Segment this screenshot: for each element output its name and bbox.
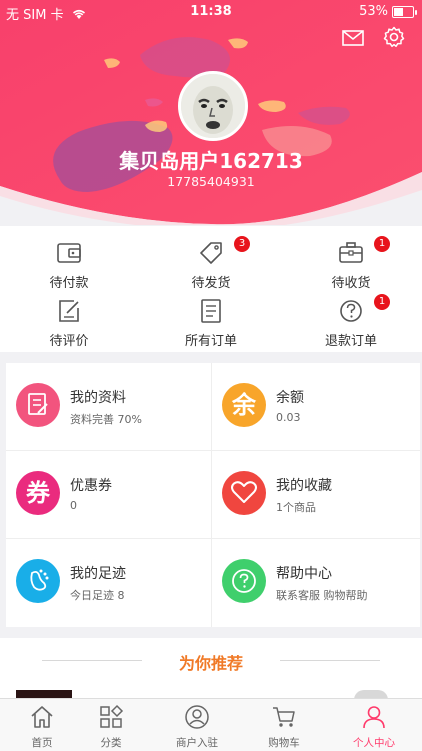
grid-item-subtitle: 0 — [70, 499, 77, 512]
order-label: 待发货 — [191, 276, 231, 291]
coupon-icon: 券 — [16, 471, 60, 515]
battery-icon — [392, 6, 417, 18]
category-icon — [100, 704, 124, 728]
order-label: 退款订单 — [324, 334, 377, 349]
tab-label: 分类 — [100, 737, 122, 749]
wallet-icon — [57, 243, 81, 263]
grid-item-footprint[interactable]: 我的足迹 今日足迹 8 — [6, 539, 212, 626]
grid-item-subtitle: 0.03 — [276, 411, 301, 424]
grid-item-title: 我的资料 — [70, 390, 126, 406]
avatar-face — [181, 74, 245, 138]
badge: 3 — [234, 236, 250, 252]
feature-grid: 我的资料 资料完善 70% 余 余额 0.03 券 优惠券 0 我的收藏 1个商… — [6, 363, 420, 627]
balance-icon: 余 — [222, 383, 266, 427]
grid-item-subtitle: 1个商品 — [276, 501, 316, 514]
order-label: 待收货 — [331, 276, 371, 291]
avatar[interactable] — [178, 71, 248, 141]
order-pending-receipt[interactable]: 1 待收货 — [296, 236, 406, 291]
grid-item-balance[interactable]: 余 余额 0.03 — [212, 363, 418, 450]
badge: 1 — [374, 236, 390, 252]
phone-number: 17785404931 — [167, 174, 255, 189]
tab-profile[interactable]: 个人中心 — [332, 699, 416, 751]
tab-merchant[interactable]: 商户入驻 — [155, 699, 239, 751]
tab-label: 购物车 — [268, 737, 300, 749]
grid-item-help[interactable]: 帮助中心 联系客服 购物帮助 — [212, 539, 418, 626]
order-refund[interactable]: 1 退款订单 — [296, 294, 406, 349]
edit-icon — [59, 300, 79, 322]
order-label: 所有订单 — [184, 334, 237, 349]
status-bar: 无 SIM 卡 11:38 53% — [0, 0, 422, 24]
settings-icon[interactable] — [383, 26, 405, 48]
order-pending-shipment[interactable]: 3 待发货 — [156, 236, 266, 291]
grid-item-title: 我的收藏 — [276, 478, 332, 494]
briefcase-icon — [339, 242, 363, 263]
home-icon — [31, 706, 53, 728]
grid-item-title: 余额 — [276, 390, 304, 406]
order-all[interactable]: 所有订单 — [156, 296, 266, 349]
grid-item-title: 帮助中心 — [276, 566, 332, 582]
cart-icon — [273, 707, 295, 727]
tag-icon — [200, 242, 222, 264]
user-icon — [363, 706, 385, 729]
grid-item-profile[interactable]: 我的资料 资料完善 70% — [6, 363, 212, 450]
question-icon — [340, 300, 362, 322]
recommend-title: 为你推荐 — [178, 654, 243, 673]
merchant-icon — [185, 705, 209, 729]
order-pending-payment[interactable]: 待付款 — [14, 238, 124, 291]
username: 集贝岛用户162713 — [119, 149, 303, 173]
order-label: 待评价 — [49, 334, 89, 349]
grid-item-subtitle: 联系客服 购物帮助 — [276, 589, 368, 602]
tab-bar: 首页 分类 商户入驻 购物车 个人中心 — [0, 698, 422, 751]
grid-item-subtitle: 今日足迹 8 — [70, 589, 125, 602]
tab-label: 个人中心 — [353, 737, 395, 749]
battery-percent: 53% — [359, 4, 388, 19]
grid-item-coupon[interactable]: 券 优惠券 0 — [6, 451, 212, 538]
order-pending-review[interactable]: 待评价 — [14, 296, 124, 349]
grid-item-title: 优惠券 — [70, 478, 112, 494]
order-section: 待付款 3 待发货 1 待收货 待评价 所有订单 1 退款订单 — [0, 226, 422, 352]
tab-label: 商户入驻 — [176, 737, 218, 749]
message-icon[interactable] — [342, 30, 364, 46]
heart-icon — [222, 471, 266, 515]
document-icon — [201, 299, 221, 323]
help-icon — [222, 559, 266, 603]
badge: 1 — [374, 294, 390, 310]
tab-category[interactable]: 分类 — [69, 699, 153, 751]
order-label: 待付款 — [49, 276, 89, 291]
profile-icon — [16, 383, 60, 427]
profile-header: 无 SIM 卡 11:38 53% 集贝岛用户162713 1778540493… — [0, 0, 422, 225]
tab-cart[interactable]: 购物车 — [242, 699, 326, 751]
footprint-icon — [16, 559, 60, 603]
grid-item-favorites[interactable]: 我的收藏 1个商品 — [212, 451, 418, 538]
grid-item-subtitle: 资料完善 70% — [70, 413, 142, 426]
grid-item-title: 我的足迹 — [70, 566, 126, 582]
